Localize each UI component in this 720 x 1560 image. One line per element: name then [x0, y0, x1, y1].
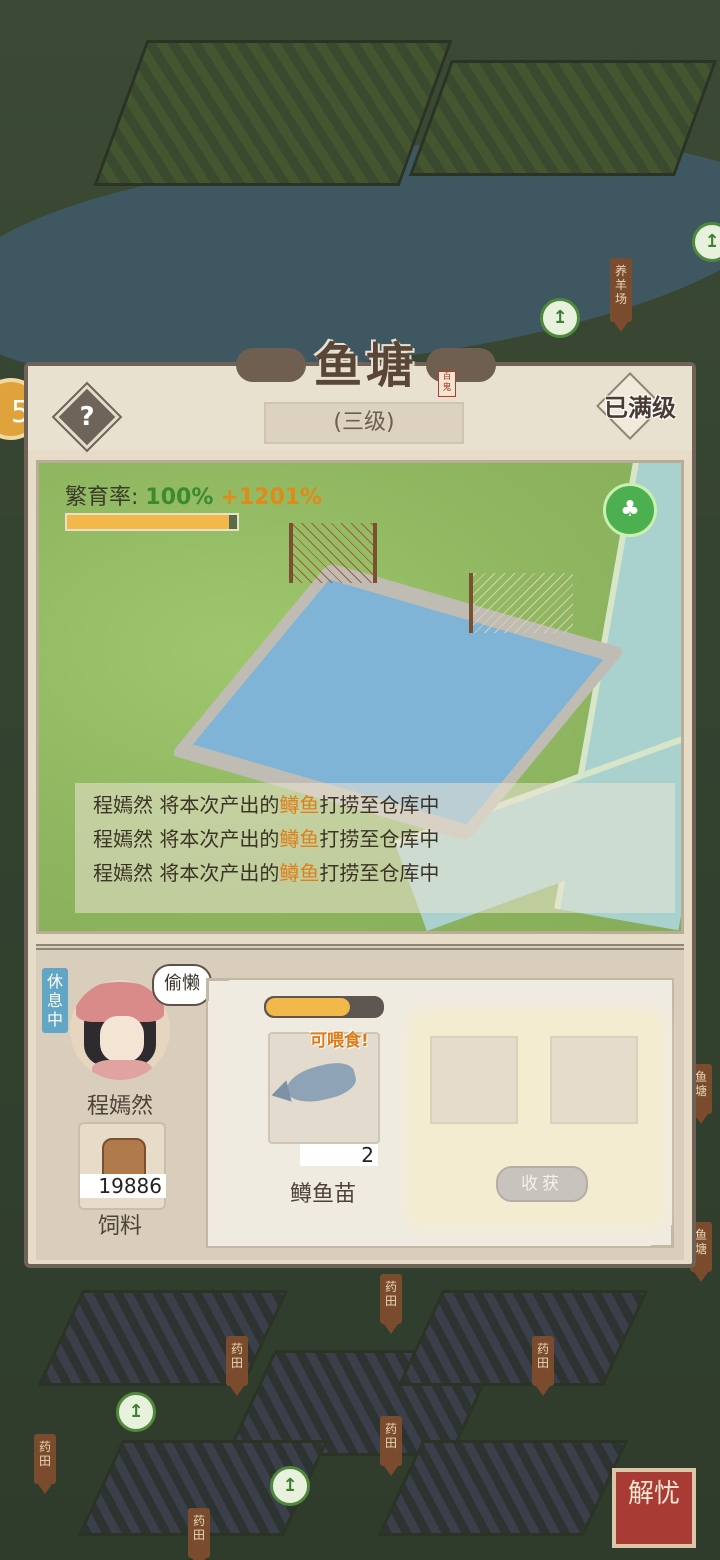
breed-rate-value: 100%: [145, 485, 214, 510]
spirit-buff-icon[interactable]: ♣: [603, 483, 657, 537]
fry-label: 鳟鱼苗: [289, 1182, 356, 1207]
seed-progress-fill: [266, 998, 350, 1016]
building-level: (三级): [264, 402, 464, 444]
max-level-label: 已满级: [604, 394, 676, 422]
map-sign-herb-field[interactable]: 药田: [226, 1336, 248, 1396]
map-sign-sheep-farm[interactable]: 养羊场: [610, 258, 632, 332]
feed-count: 19886: [80, 1174, 166, 1198]
trout-fry-icon: [282, 1058, 360, 1108]
production-panel: 休息中 偷懒 程嫣然 19886 饲料 可喂食! 2 鳟鱼苗 收获: [36, 944, 684, 1260]
fishing-net: [289, 523, 377, 583]
harvest-ready-pin-icon[interactable]: ↥: [116, 1392, 156, 1432]
herb-field: [37, 1290, 289, 1386]
seal-stamp: 百鬼: [438, 371, 456, 397]
output-slot[interactable]: [430, 1036, 518, 1124]
drying-net: [469, 573, 573, 633]
breed-rate-label: 繁育率:: [65, 485, 139, 510]
herb-field: [397, 1290, 649, 1386]
log-line: 程嫣然 将本次产出的鳟鱼打捞至仓库中: [93, 793, 440, 817]
output-area: 收获: [414, 1016, 658, 1222]
dialog-title: 鱼塘: [313, 338, 418, 394]
crop-field: [408, 60, 718, 176]
harvest-ready-pin-icon[interactable]: ↥: [270, 1466, 310, 1506]
crop-field: [93, 40, 453, 186]
feedable-tag: 可喂食!: [310, 1031, 369, 1051]
harvest-button[interactable]: 收获: [496, 1166, 588, 1202]
map-sign-herb-field[interactable]: 药田: [188, 1508, 210, 1560]
dialog-header: 鱼塘 百鬼 ? (三级) 已满级: [28, 338, 692, 450]
breed-rate-bar: [65, 513, 239, 531]
production-log: 程嫣然 将本次产出的鳟鱼打捞至仓库中 程嫣然 将本次产出的鳟鱼打捞至仓库中 程嫣…: [75, 783, 675, 913]
breed-rate-fill: [67, 515, 229, 529]
output-slot[interactable]: [550, 1036, 638, 1124]
worker-mood-bubble: 偷懒: [152, 964, 212, 1006]
log-line: 程嫣然 将本次产出的鳟鱼打捞至仓库中: [93, 861, 440, 885]
breed-rate-bonus: +1201%: [220, 485, 323, 510]
worker-name: 程嫣然: [86, 1094, 153, 1119]
help-button[interactable]: ?: [54, 384, 120, 450]
pond-scene: 繁育率: 100% +1201% ♣ 程嫣然 将本次产出的鳟鱼打捞至仓库中 程嫣…: [36, 460, 684, 934]
worker-status-badge: 休息中: [42, 968, 68, 1033]
map-sign-herb-field[interactable]: 药田: [532, 1336, 554, 1396]
jieyou-button[interactable]: 解忧: [612, 1468, 696, 1548]
work-area: 可喂食! 2 鳟鱼苗 收获: [206, 978, 674, 1248]
log-line: 程嫣然 将本次产出的鳟鱼打捞至仓库中: [93, 827, 440, 851]
harvest-ready-pin-icon[interactable]: ↥: [540, 298, 580, 338]
corner-ornament: [651, 1225, 674, 1248]
map-sign-herb-field[interactable]: 药田: [380, 1274, 402, 1334]
fish-pond-dialog: 鱼塘 百鬼 ? (三级) 已满级 繁育率: 100% +1201% ♣ 程嫣然 …: [24, 338, 696, 1268]
breed-rate: 繁育率: 100% +1201%: [65, 479, 322, 511]
feed-label: 饲料: [97, 1214, 142, 1239]
help-icon: ?: [79, 402, 95, 432]
fry-count: 2: [300, 1144, 378, 1166]
map-sign-herb-field[interactable]: 药田: [34, 1434, 56, 1494]
map-sign-herb-field[interactable]: 药田: [380, 1416, 402, 1476]
corner-ornament: [206, 978, 229, 1001]
seed-progress-bar: [264, 996, 384, 1018]
herb-field: [377, 1440, 629, 1536]
